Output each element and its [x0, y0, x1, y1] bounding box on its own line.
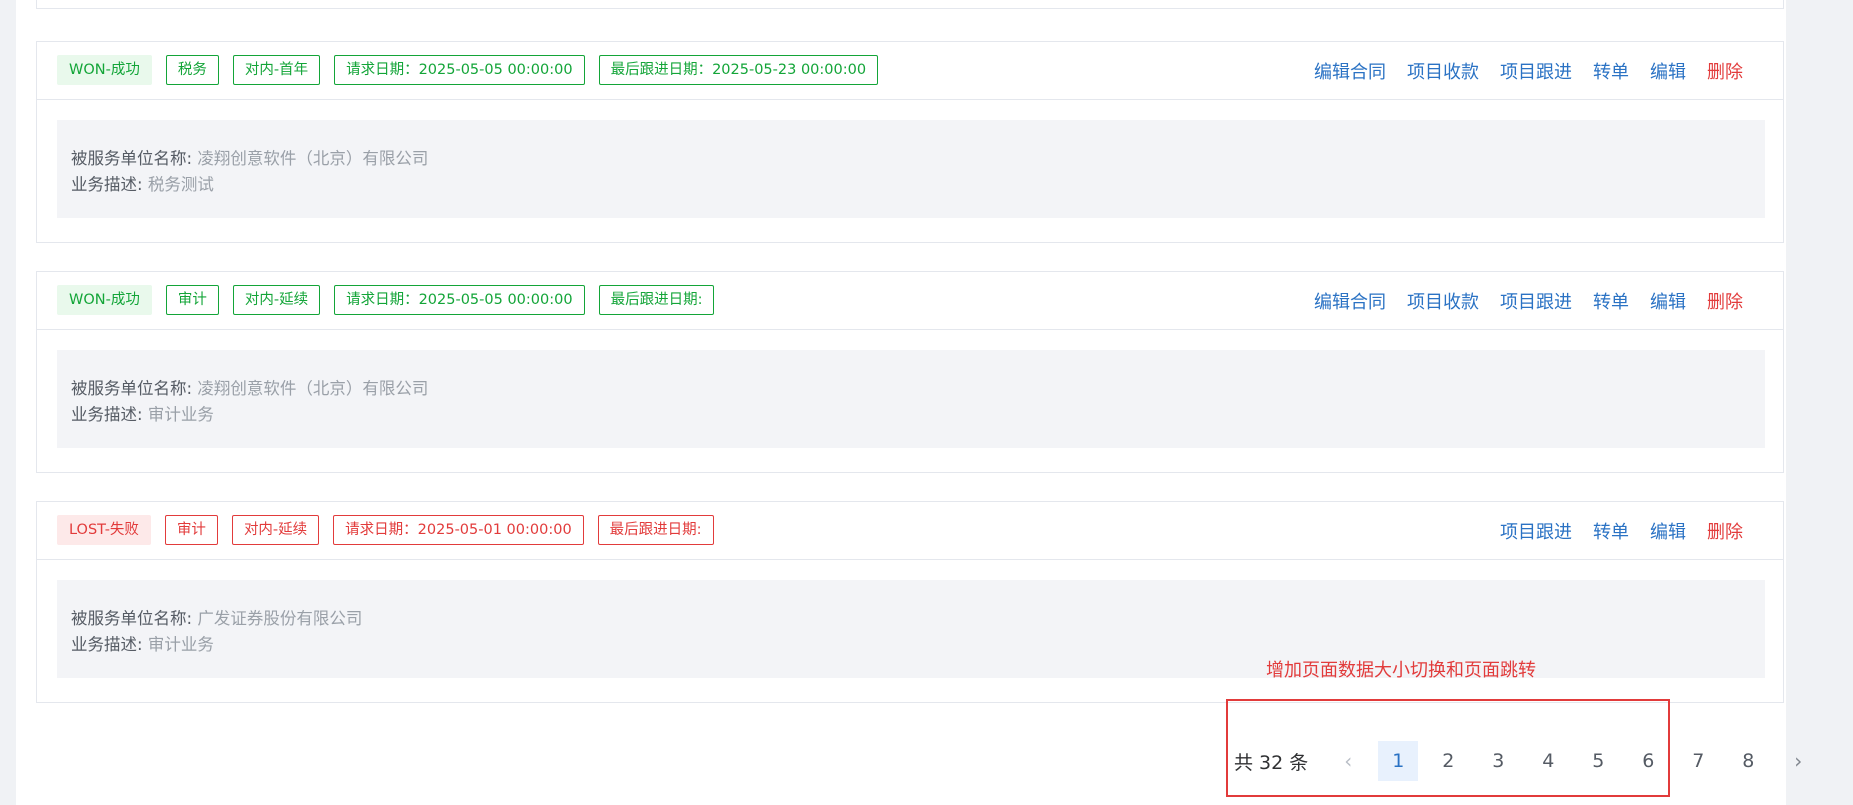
project-card: WON-成功 审计 对内-延续 请求日期：2025-05-05 00:00:00 最后跟…	[36, 271, 1784, 473]
info-tag: 对内-延续	[231, 515, 320, 545]
client-row: 被服务单位名称: 凌翔创意软件（北京）有限公司	[71, 146, 1751, 172]
page-number-1[interactable]: 1	[1378, 741, 1419, 781]
description-text: 税务测试	[147, 175, 214, 194]
client-name: 凌翔创意软件（北京）有限公司	[197, 379, 429, 398]
info-tag: 最后跟进日期:	[598, 285, 715, 315]
annotation-note: 增加页面数据大小切换和页面跳转	[1266, 660, 1536, 681]
project-card-header: LOST-失败 审计 对内-延续 请求日期：2025-05-01 00:00:00 最后…	[37, 502, 1783, 560]
pagination: 共 32 条 ‹ 12345678 ›	[1234, 741, 1828, 781]
client-name: 广发证券股份有限公司	[197, 609, 363, 628]
edit-contract-link[interactable]: 编辑合同	[1314, 58, 1386, 84]
info-tag: 请求日期：2025-05-05 00:00:00	[334, 285, 585, 315]
client-label: 被服务单位名称:	[71, 609, 193, 628]
next-page-chevron-icon[interactable]: ›	[1778, 741, 1818, 781]
page-number-6[interactable]: 6	[1628, 741, 1668, 781]
status-badge: WON-成功	[57, 55, 152, 85]
delete-link[interactable]: 删除	[1707, 288, 1743, 314]
project-card-body: 被服务单位名称: 凌翔创意软件（北京）有限公司 业务描述: 税务测试	[57, 120, 1765, 218]
edit-link[interactable]: 编辑	[1650, 518, 1686, 544]
info-tag: 对内-首年	[232, 55, 321, 85]
page-number-5[interactable]: 5	[1578, 741, 1618, 781]
project-followup-link[interactable]: 项目跟进	[1500, 518, 1572, 544]
description-text: 审计业务	[147, 635, 214, 654]
page-number-2[interactable]: 2	[1428, 741, 1468, 781]
status-badge: WON-成功	[57, 285, 152, 315]
info-tag: 请求日期：2025-05-01 00:00:00	[333, 515, 584, 545]
project-actions: 项目跟进 转单 编辑 删除	[1500, 518, 1743, 544]
project-tags: LOST-失败 审计 对内-延续 请求日期：2025-05-01 00:00:00 最后…	[57, 515, 714, 545]
page-number-list: 12345678	[1378, 741, 1778, 781]
client-row: 被服务单位名称: 广发证券股份有限公司	[71, 606, 1751, 632]
page-number-3[interactable]: 3	[1478, 741, 1518, 781]
info-tag: 最后跟进日期：2025-05-23 00:00:00	[598, 55, 879, 85]
description-text: 审计业务	[147, 405, 214, 424]
pagination-total: 共 32 条	[1234, 751, 1309, 774]
project-card-header: WON-成功 税务 对内-首年 请求日期：2025-05-05 00:00:00 最后跟…	[37, 42, 1783, 100]
page-number-4[interactable]: 4	[1528, 741, 1568, 781]
transfer-link[interactable]: 转单	[1593, 58, 1629, 84]
description-label: 业务描述:	[71, 405, 143, 424]
delete-link[interactable]: 删除	[1707, 58, 1743, 84]
info-tag: 最后跟进日期:	[597, 515, 714, 545]
transfer-link[interactable]: 转单	[1593, 288, 1629, 314]
info-tag: 税务	[165, 55, 219, 85]
description-row: 业务描述: 审计业务	[71, 632, 1751, 658]
page-number-7[interactable]: 7	[1678, 741, 1718, 781]
project-tags: WON-成功 税务 对内-首年 请求日期：2025-05-05 00:00:00 最后跟…	[57, 55, 879, 85]
client-row: 被服务单位名称: 凌翔创意软件（北京）有限公司	[71, 376, 1751, 402]
description-row: 业务描述: 审计业务	[71, 402, 1751, 428]
edit-contract-link[interactable]: 编辑合同	[1314, 288, 1386, 314]
transfer-link[interactable]: 转单	[1593, 518, 1629, 544]
info-tag: 审计	[164, 515, 218, 545]
previous-card-edge	[36, 0, 1784, 9]
description-label: 业务描述:	[71, 635, 143, 654]
project-card: WON-成功 税务 对内-首年 请求日期：2025-05-05 00:00:00 最后跟…	[36, 41, 1784, 243]
description-row: 业务描述: 税务测试	[71, 172, 1751, 198]
client-label: 被服务单位名称:	[71, 149, 193, 168]
client-name: 凌翔创意软件（北京）有限公司	[197, 149, 429, 168]
client-label: 被服务单位名称:	[71, 379, 193, 398]
project-tags: WON-成功 审计 对内-延续 请求日期：2025-05-05 00:00:00 最后跟…	[57, 285, 715, 315]
info-tag: 审计	[165, 285, 219, 315]
project-payment-link[interactable]: 项目收款	[1407, 288, 1479, 314]
project-actions: 编辑合同 项目收款 项目跟进 转单 编辑 删除	[1314, 58, 1743, 84]
edit-link[interactable]: 编辑	[1650, 58, 1686, 84]
status-badge: LOST-失败	[57, 515, 151, 545]
project-payment-link[interactable]: 项目收款	[1407, 58, 1479, 84]
project-card-body: 被服务单位名称: 凌翔创意软件（北京）有限公司 业务描述: 审计业务	[57, 350, 1765, 448]
info-tag: 对内-延续	[232, 285, 321, 315]
edit-link[interactable]: 编辑	[1650, 288, 1686, 314]
project-card-header: WON-成功 审计 对内-延续 请求日期：2025-05-05 00:00:00 最后跟…	[37, 272, 1783, 330]
delete-link[interactable]: 删除	[1707, 518, 1743, 544]
prev-page-chevron-icon[interactable]: ‹	[1328, 741, 1368, 781]
project-list-panel: WON-成功 税务 对内-首年 请求日期：2025-05-05 00:00:00 最后跟…	[16, 0, 1802, 805]
project-followup-link[interactable]: 项目跟进	[1500, 288, 1572, 314]
project-actions: 编辑合同 项目收款 项目跟进 转单 编辑 删除	[1314, 288, 1743, 314]
description-label: 业务描述:	[71, 175, 143, 194]
info-tag: 请求日期：2025-05-05 00:00:00	[334, 55, 585, 85]
page-number-8[interactable]: 8	[1728, 741, 1768, 781]
project-followup-link[interactable]: 项目跟进	[1500, 58, 1572, 84]
